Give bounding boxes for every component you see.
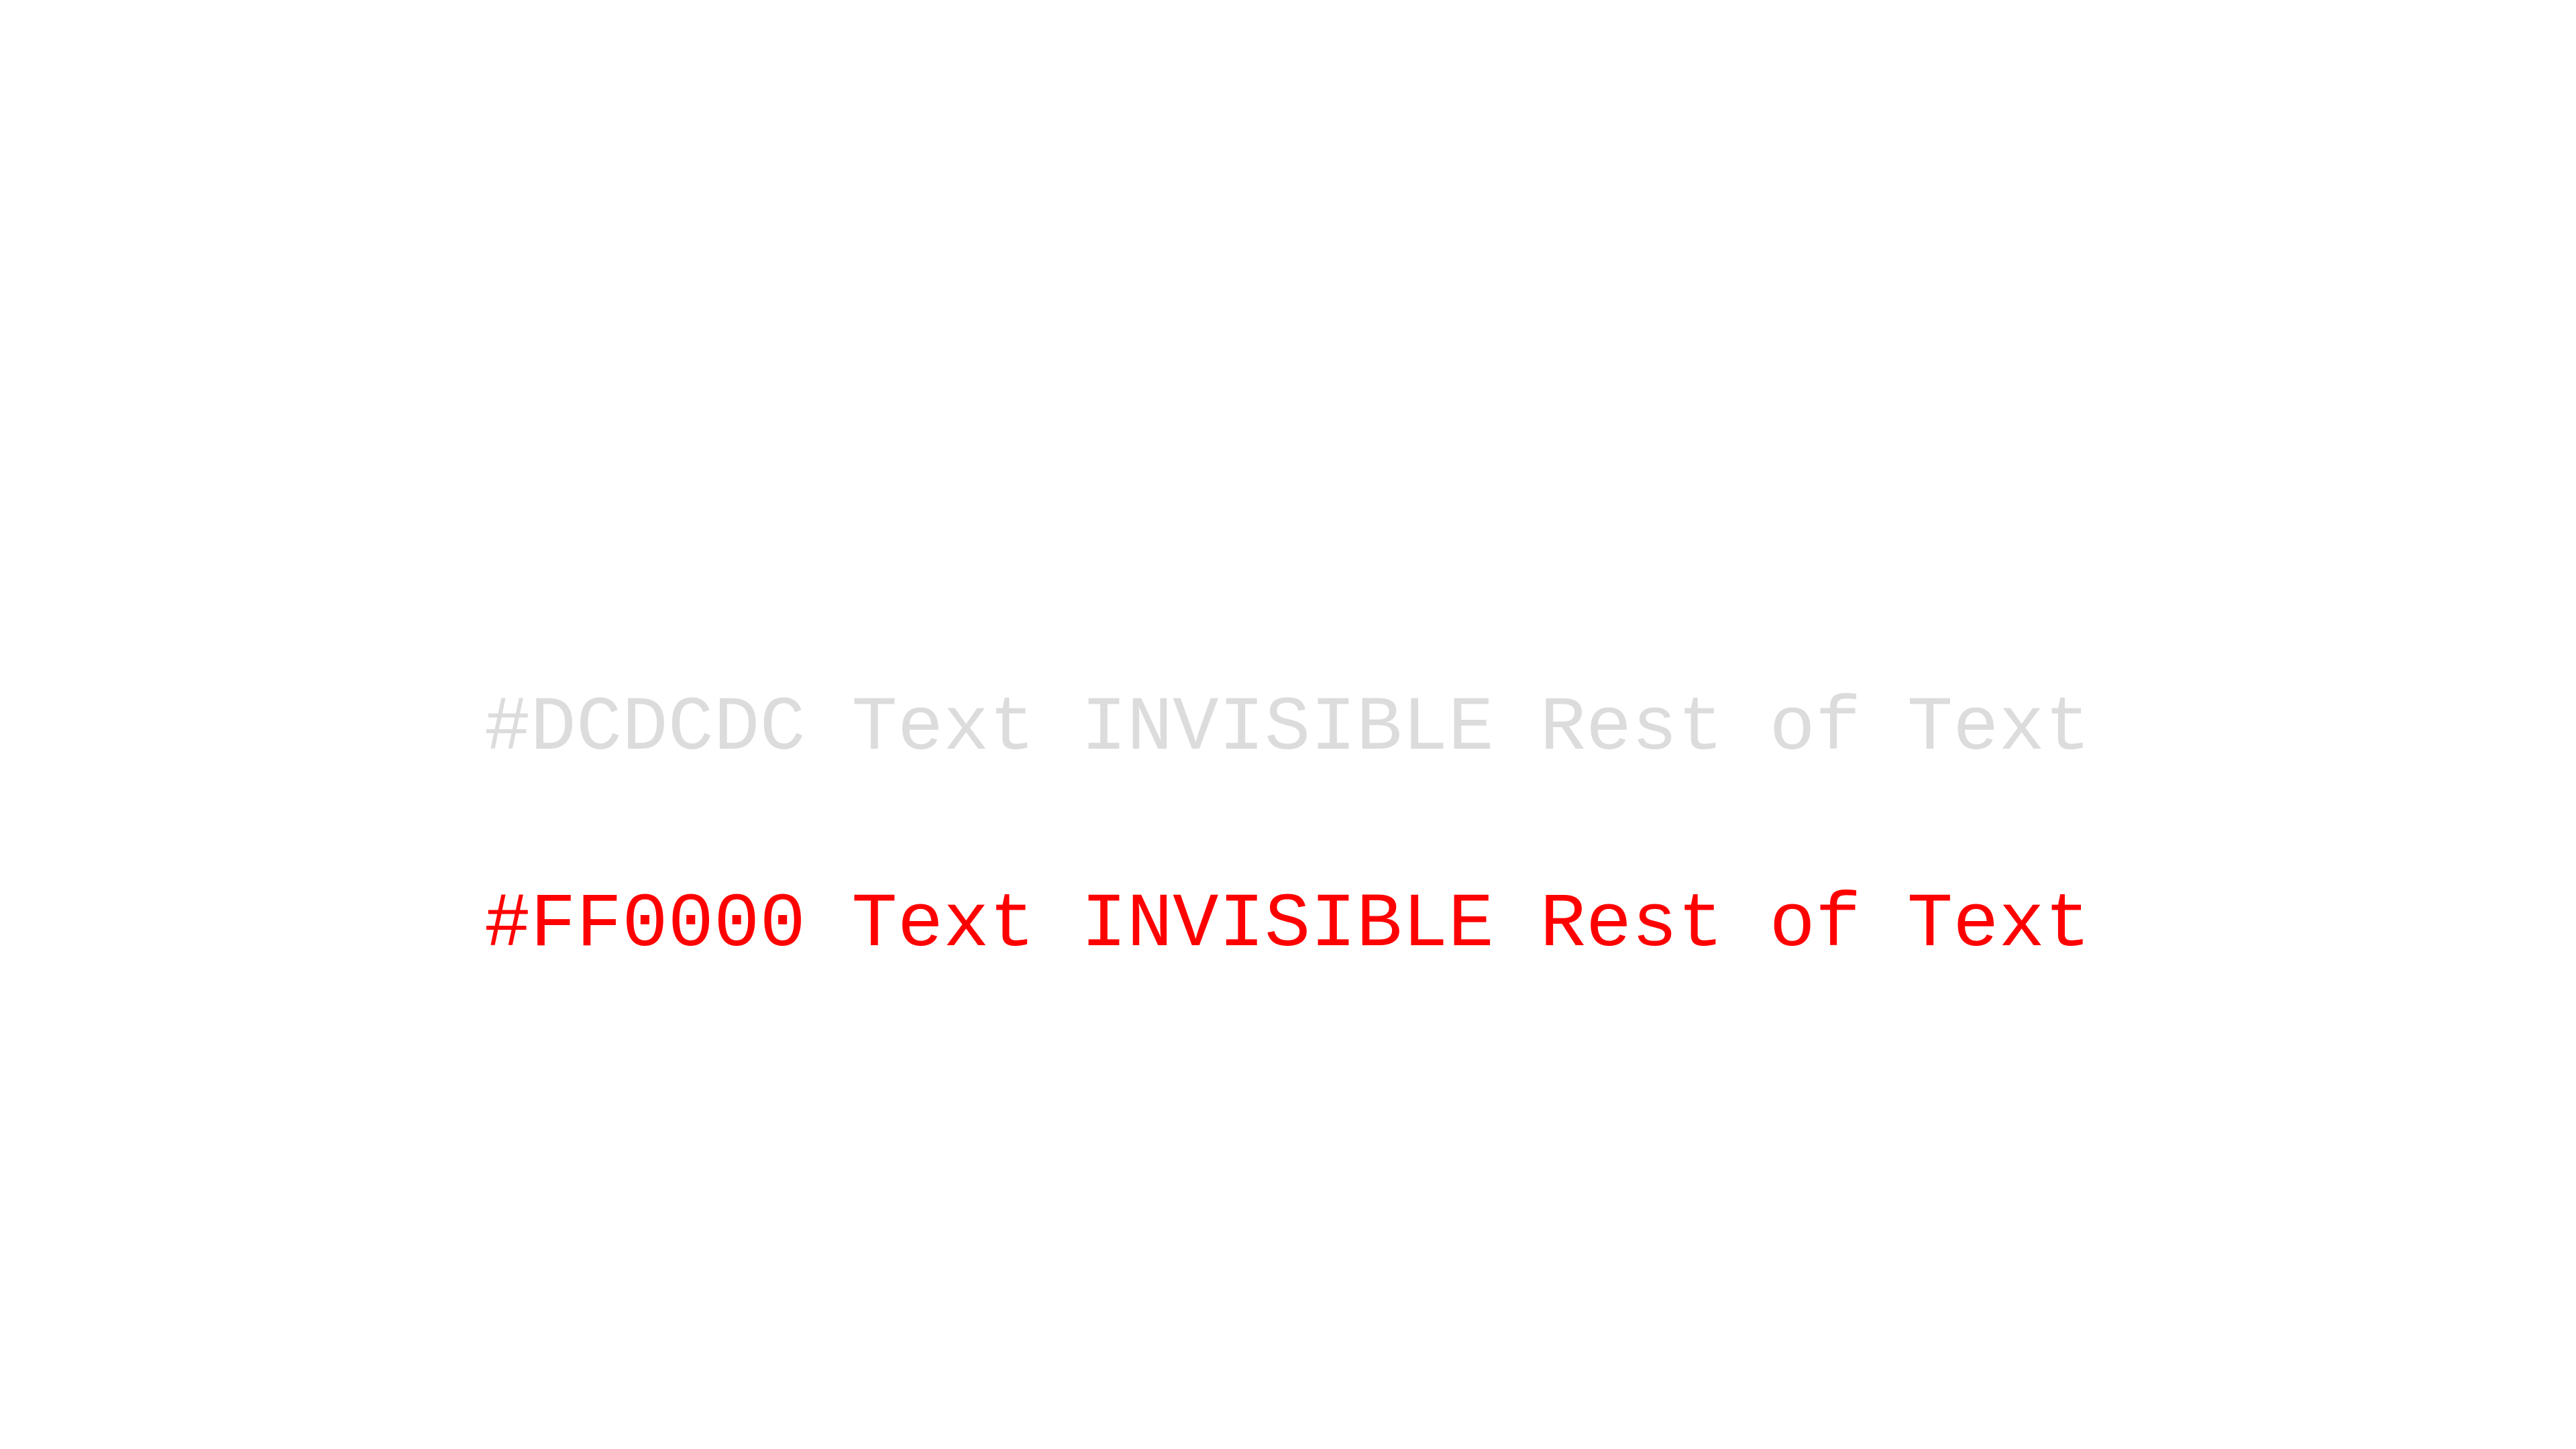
text-sample-area: #DCDCDC Text INVISIBLE Rest of Text #FF0…: [0, 0, 2576, 1449]
grey-text-line: #DCDCDC Text INVISIBLE Rest of Text: [484, 686, 2091, 772]
red-text-line: #FF0000 Text INVISIBLE Rest of Text: [484, 882, 2091, 969]
